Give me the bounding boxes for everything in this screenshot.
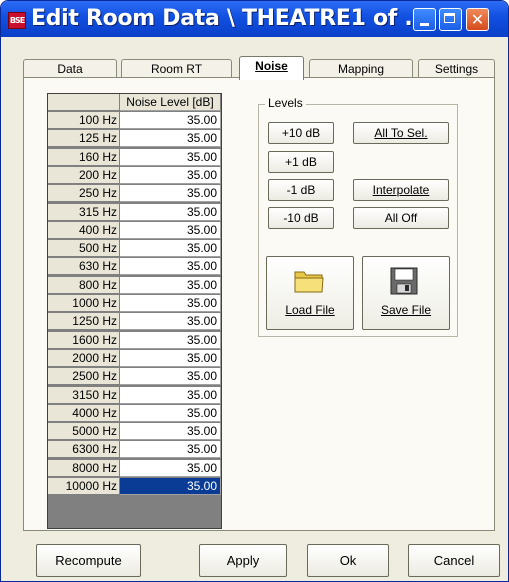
save-file-label: Save File — [380, 303, 432, 317]
maximize-button[interactable] — [439, 8, 462, 31]
noise-level-cell[interactable]: 35.00 — [120, 112, 221, 129]
app-icon: BSE — [8, 12, 26, 29]
load-file-label: Load File — [285, 303, 335, 317]
frequency-cell[interactable]: 2000 Hz — [48, 349, 120, 367]
grid-row[interactable]: 6300 Hz 35.00 — [48, 441, 221, 459]
frequency-cell[interactable]: 500 Hz — [48, 240, 120, 258]
frequency-cell[interactable]: 2500 Hz — [48, 368, 120, 386]
grid-header-row: Noise Level [dB] — [48, 94, 221, 112]
grid-row[interactable]: 2000 Hz 35.00 — [48, 349, 221, 368]
frequency-cell[interactable]: 6300 Hz — [48, 441, 120, 459]
noise-level-cell[interactable]: 35.00 — [120, 404, 221, 422]
frequency-cell[interactable]: 125 Hz — [48, 130, 120, 148]
noise-level-cell[interactable]: 35.00 — [120, 276, 221, 294]
window-title: Edit Room Data \ THEATRE1 of ... — [31, 6, 429, 31]
minimize-button[interactable] — [413, 8, 436, 31]
noise-level-cell[interactable]: 35.00 — [120, 368, 221, 386]
noise-level-cell[interactable]: 35.00 — [120, 130, 221, 148]
grid-row[interactable]: 5000 Hz 35.00 — [48, 423, 221, 441]
tab-noise[interactable]: Noise — [239, 56, 304, 80]
cancel-button[interactable]: Cancel — [408, 544, 500, 577]
frequency-cell[interactable]: 10000 Hz — [48, 478, 120, 495]
grid-row[interactable]: 10000 Hz 35.00 — [48, 478, 221, 496]
tab-settings[interactable]: Settings — [418, 59, 495, 78]
close-button[interactable]: ✕ — [466, 8, 489, 31]
grid-row[interactable]: 315 Hz 35.00 — [48, 203, 221, 222]
tab-data[interactable]: Data — [23, 59, 117, 78]
grid-row[interactable]: 4000 Hz 35.00 — [48, 404, 221, 423]
frequency-cell[interactable]: 160 Hz — [48, 148, 120, 166]
frequency-cell[interactable]: 250 Hz — [48, 185, 120, 203]
noise-level-column-header: Noise Level [dB] — [120, 94, 221, 111]
grid-row[interactable]: 160 Hz 35.00 — [48, 148, 221, 167]
grid-row[interactable]: 500 Hz 35.00 — [48, 240, 221, 258]
grid-row[interactable]: 1600 Hz 35.00 — [48, 331, 221, 350]
noise-level-cell[interactable]: 35.00 — [120, 459, 221, 477]
noise-level-cell[interactable]: 35.00 — [120, 423, 221, 441]
frequency-cell[interactable]: 800 Hz — [48, 276, 120, 294]
folder-icon — [294, 271, 324, 293]
noise-level-cell[interactable]: 35.00 — [120, 185, 221, 203]
noise-level-cell[interactable]: 35.00 — [120, 441, 221, 459]
interpolate-button[interactable]: Interpolate — [353, 179, 449, 201]
noise-level-cell[interactable]: 35.00 — [120, 240, 221, 258]
load-file-button[interactable]: Load File — [266, 256, 354, 330]
noise-level-cell[interactable]: 35.00 — [120, 258, 221, 276]
grid-row[interactable]: 125 Hz 35.00 — [48, 130, 221, 148]
frequency-cell[interactable]: 200 Hz — [48, 166, 120, 184]
edit-room-data-window: BSE Edit Room Data \ THEATRE1 of ... ✕ D… — [0, 0, 509, 582]
frequency-cell[interactable]: 5000 Hz — [48, 423, 120, 441]
noise-level-cell[interactable]: 35.00 — [120, 166, 221, 184]
noise-level-cell[interactable]: 35.00 — [120, 221, 221, 239]
tab-strip: Data Room RT Noise Mapping Settings — [21, 56, 495, 80]
apply-button[interactable]: Apply — [199, 544, 287, 577]
noise-level-cell[interactable]: 35.00 — [120, 313, 221, 331]
grid-row[interactable]: 2500 Hz 35.00 — [48, 368, 221, 386]
grid-row[interactable]: 1000 Hz 35.00 — [48, 295, 221, 313]
noise-level-cell[interactable]: 35.00 — [120, 349, 221, 367]
levels-group-label: Levels — [265, 95, 306, 111]
frequency-cell[interactable]: 3150 Hz — [48, 386, 120, 404]
grid-row[interactable]: 630 Hz 35.00 — [48, 258, 221, 276]
frequency-cell[interactable]: 400 Hz — [48, 221, 120, 239]
noise-level-cell[interactable]: 35.00 — [120, 203, 221, 221]
tab-mapping[interactable]: Mapping — [309, 59, 413, 78]
frequency-cell[interactable]: 315 Hz — [48, 203, 120, 221]
plus-10-db-button[interactable]: +10 dB — [268, 122, 334, 144]
grid-row[interactable]: 3150 Hz 35.00 — [48, 386, 221, 405]
grid-row[interactable]: 100 Hz 35.00 — [48, 112, 221, 130]
frequency-cell[interactable]: 1000 Hz — [48, 295, 120, 312]
all-off-button[interactable]: All Off — [353, 207, 449, 229]
noise-level-grid[interactable]: Noise Level [dB] 100 Hz 35.00 125 Hz 35.00 1… — [47, 93, 222, 529]
frequency-cell[interactable]: 630 Hz — [48, 258, 120, 276]
all-to-selected-button[interactable]: All To Sel. — [353, 122, 449, 144]
grid-row[interactable]: 250 Hz 35.00 — [48, 185, 221, 203]
frequency-cell[interactable]: 4000 Hz — [48, 404, 120, 422]
grid-row[interactable]: 400 Hz 35.00 — [48, 221, 221, 240]
frequency-cell[interactable]: 1250 Hz — [48, 313, 120, 331]
recompute-button[interactable]: Recompute — [36, 544, 141, 577]
grid-row[interactable]: 1250 Hz 35.00 — [48, 313, 221, 331]
noise-level-cell[interactable]: 35.00 — [120, 386, 221, 404]
grid-row[interactable]: 8000 Hz 35.00 — [48, 459, 221, 478]
tab-room-rt[interactable]: Room RT — [121, 59, 232, 78]
frequency-cell[interactable]: 8000 Hz — [48, 459, 120, 477]
floppy-disk-icon — [390, 267, 418, 295]
minus-10-db-button[interactable]: -10 dB — [268, 207, 334, 229]
noise-level-cell[interactable]: 35.00 — [120, 148, 221, 166]
ok-button[interactable]: Ok — [307, 544, 389, 577]
close-icon: ✕ — [470, 10, 485, 29]
frequency-cell[interactable]: 1600 Hz — [48, 331, 120, 349]
noise-level-cell[interactable]: 35.00 — [120, 331, 221, 349]
grid-corner-cell — [48, 94, 120, 111]
minus-1-db-button[interactable]: -1 dB — [268, 179, 334, 201]
noise-level-cell[interactable]: 35.00 — [120, 478, 221, 495]
grid-row[interactable]: 800 Hz 35.00 — [48, 276, 221, 295]
noise-level-cell[interactable]: 35.00 — [120, 295, 221, 312]
plus-1-db-button[interactable]: +1 dB — [268, 151, 334, 173]
grid-row[interactable]: 200 Hz 35.00 — [48, 166, 221, 185]
title-bar[interactable]: BSE Edit Room Data \ THEATRE1 of ... ✕ — [1, 1, 508, 37]
save-file-button[interactable]: Save File — [362, 256, 450, 330]
frequency-cell[interactable]: 100 Hz — [48, 112, 120, 129]
